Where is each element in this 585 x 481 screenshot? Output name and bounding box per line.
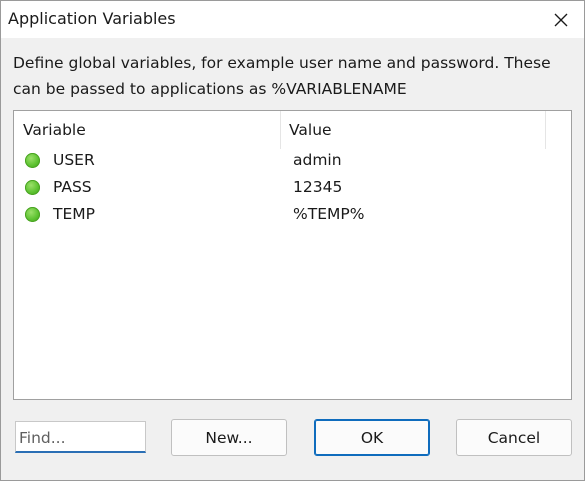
description-line-2: can be passed to applications as %VARIAB… [13,80,407,98]
column-header-value[interactable]: Value [281,111,546,149]
variable-value: admin [293,151,342,169]
list-item[interactable]: USER admin [14,150,571,177]
application-variables-dialog: Application Variables Define global vari… [0,0,585,481]
variable-value: %TEMP% [293,205,365,223]
cancel-button[interactable]: Cancel [456,419,572,456]
variables-list[interactable]: Variable Value USER admin PASS 12345 TEM… [13,110,572,400]
green-status-dot-icon [25,180,40,195]
column-header-variable-label: Variable [23,121,86,139]
find-input[interactable] [15,421,146,453]
close-icon [554,13,568,26]
variable-name: USER [53,151,95,169]
new-button[interactable]: New... [171,419,287,456]
list-rows: USER admin PASS 12345 TEMP %TEMP% [14,150,571,231]
variable-name: TEMP [53,205,95,223]
close-button[interactable] [538,1,584,38]
column-header-variable[interactable]: Variable [14,111,281,149]
list-header: Variable Value [14,111,571,149]
description-text: Define global variables, for example use… [13,50,569,102]
title-bar: Application Variables [1,1,584,38]
description-line-1: Define global variables, for example use… [13,54,551,72]
list-item[interactable]: TEMP %TEMP% [14,204,571,231]
ok-button[interactable]: OK [314,419,430,456]
variable-name: PASS [53,178,92,196]
window-title: Application Variables [8,9,176,28]
column-header-value-label: Value [289,121,332,139]
list-item[interactable]: PASS 12345 [14,177,571,204]
variable-value: 12345 [293,178,343,196]
green-status-dot-icon [25,207,40,222]
green-status-dot-icon [25,153,40,168]
